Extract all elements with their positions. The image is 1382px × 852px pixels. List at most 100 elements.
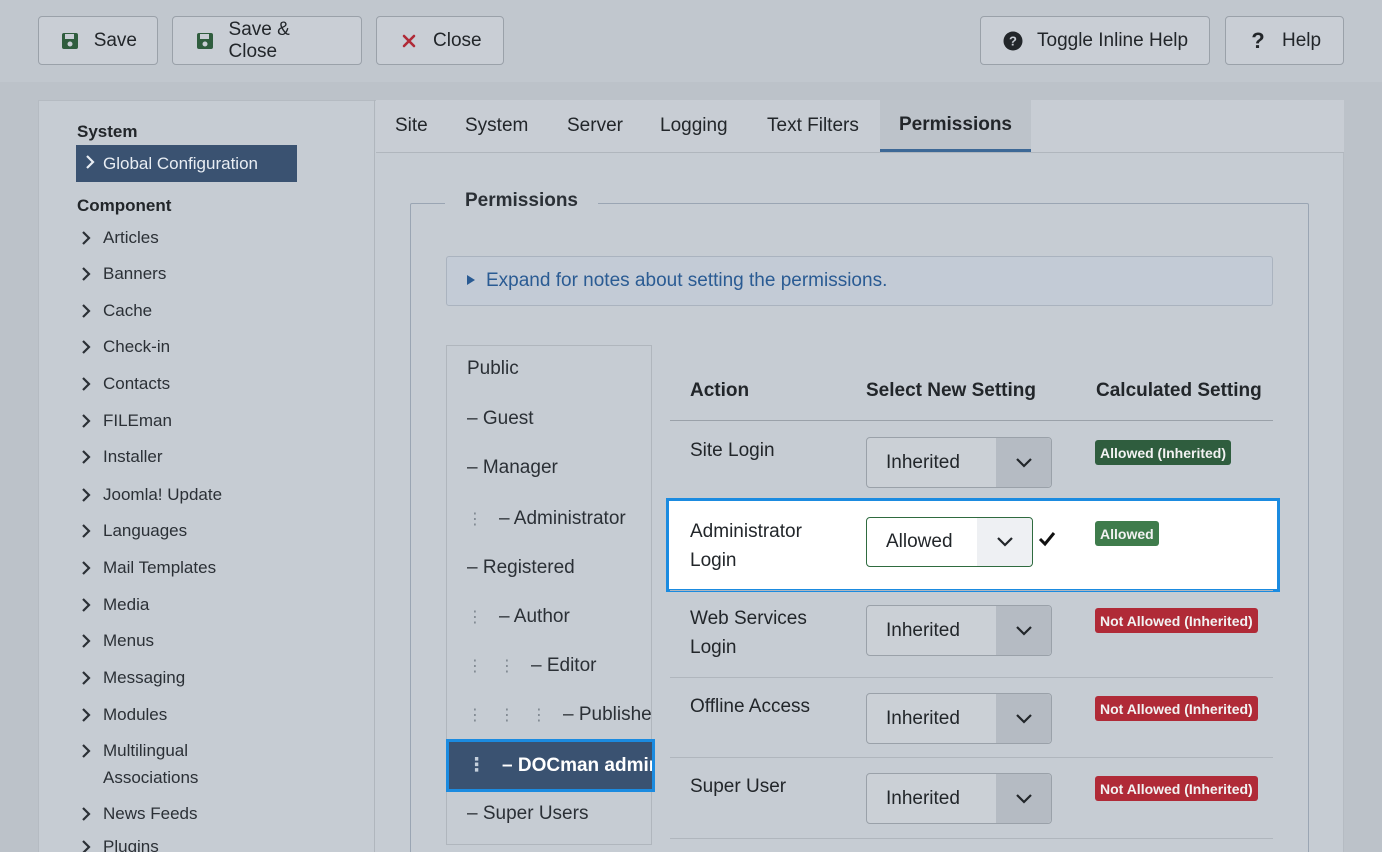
group-item-author[interactable]: ⋮ – Author [467, 606, 570, 628]
chevron-right-icon [81, 224, 91, 251]
floppy-disk-icon [195, 32, 215, 50]
group-label: – Editor [531, 655, 597, 676]
tree-indent-dots: ⋮ [467, 609, 483, 626]
sidebar-item-media[interactable]: Media [81, 591, 149, 618]
sidebar-item-modules[interactable]: Modules [81, 701, 167, 728]
action-web-services-login: Web Services Login [690, 608, 807, 658]
permissions-notes-toggle[interactable]: Expand for notes about setting the permi… [446, 256, 1273, 306]
select-value: Allowed [886, 531, 953, 552]
group-item-guest[interactable]: – Guest [467, 408, 534, 430]
tree-indent-dots: ⋮ [499, 658, 515, 675]
chevron-right-icon [85, 154, 95, 174]
sidebar-item-label: Joomla! Update [103, 485, 223, 504]
sidebar-item-label: Global Configuration [103, 153, 258, 173]
group-label: – Super Users [467, 803, 589, 824]
save-label: Save [93, 29, 137, 51]
close-x-icon [399, 33, 419, 49]
chevron-right-icon [81, 737, 91, 764]
sidebar-item-joomla-update[interactable]: Joomla! Update [81, 481, 222, 508]
save-close-button[interactable]: Save & Close [172, 16, 362, 65]
sidebar-item-label: Menus [103, 631, 155, 650]
sidebar-item-label: Contacts [103, 374, 171, 393]
floppy-disk-icon [61, 32, 80, 50]
group-item-public[interactable]: Public [467, 358, 519, 380]
group-label: – DOCman admins [502, 754, 655, 776]
sidebar-item-label: News Feeds [103, 804, 198, 823]
group-item-manager[interactable]: – Manager [467, 457, 558, 479]
close-button[interactable]: Close [376, 16, 504, 65]
tree-indent-dots: ⋮ [467, 707, 483, 724]
setting-select-site-login[interactable]: Inherited [866, 437, 1052, 488]
action-site-login: Site Login [690, 440, 775, 461]
chevron-right-icon [81, 627, 91, 654]
calculated-badge-super-user: Not Allowed (Inherited) [1095, 776, 1258, 801]
chevron-right-icon [81, 800, 91, 827]
sidebar-item-plugins[interactable]: Plugins [81, 833, 159, 852]
toggle-inline-help-button[interactable]: ? Toggle Inline Help [980, 16, 1210, 65]
help-label: Help [1282, 29, 1322, 51]
group-item-editor[interactable]: ⋮ ⋮ – Editor [467, 655, 596, 677]
chevron-down-icon [996, 438, 1051, 487]
sidebar-item-news-feeds[interactable]: News Feeds [81, 800, 197, 827]
header-divider [670, 420, 1273, 421]
action-administrator-login: Administrator Login [690, 521, 802, 571]
sidebar-item-fileman[interactable]: FILEman [81, 407, 172, 434]
sidebar-item-check-in[interactable]: Check-in [81, 333, 170, 360]
group-item-docman-admins[interactable]: ⋮ – DOCman admins [446, 739, 655, 792]
group-item-super-users[interactable]: – Super Users [467, 803, 588, 825]
toggle-help-label: Toggle Inline Help [1037, 29, 1189, 51]
sidebar-item-languages[interactable]: Languages [81, 517, 187, 544]
tab-server[interactable]: Server [548, 100, 642, 152]
sidebar-item-messaging[interactable]: Messaging [81, 664, 185, 691]
setting-select-administrator-login[interactable]: Allowed [866, 517, 1033, 567]
column-header-select: Select New Setting [866, 380, 1036, 401]
sidebar-item-installer[interactable]: Installer [81, 443, 163, 470]
chevron-right-icon [81, 260, 91, 287]
permissions-legend: Permissions [445, 190, 598, 212]
toolbar: Save Save & Close Close ? Toggle Inline … [0, 0, 1382, 82]
sidebar-item-label: FILEman [103, 411, 172, 430]
sidebar-item-multilingual-associations[interactable]: Multilingual Associations [81, 737, 281, 791]
sidebar-item-contacts[interactable]: Contacts [81, 370, 170, 397]
group-item-registered[interactable]: – Registered [467, 557, 575, 579]
chevron-right-icon [81, 407, 91, 434]
tab-logging[interactable]: Logging [641, 100, 747, 152]
save-close-label: Save & Close [228, 18, 290, 62]
sidebar-item-mail-templates[interactable]: Mail Templates [81, 554, 216, 581]
column-header-action: Action [690, 380, 750, 401]
sidebar-item-global-configuration[interactable]: Global Configuration [76, 145, 297, 182]
sidebar-item-banners[interactable]: Banners [81, 260, 166, 287]
group-label: Public [467, 358, 519, 379]
group-item-publisher[interactable]: ⋮ ⋮ ⋮ – Publisher [467, 704, 651, 726]
tab-bar: Site System Server Logging Text Filters … [376, 100, 1344, 153]
setting-select-web-services-login[interactable]: Inherited [866, 605, 1052, 656]
sidebar-item-menus[interactable]: Menus [81, 627, 154, 654]
select-value: Inherited [886, 619, 960, 641]
notes-label: Expand for notes about setting the permi… [486, 270, 888, 291]
setting-select-offline-access[interactable]: Inherited [866, 693, 1052, 744]
chevron-down-icon [977, 518, 1032, 566]
tab-permissions[interactable]: Permissions [880, 100, 1031, 152]
save-button[interactable]: Save [38, 16, 158, 65]
question-circle-icon: ? [1003, 31, 1023, 51]
select-value: Inherited [886, 707, 960, 729]
setting-select-super-user[interactable]: Inherited [866, 773, 1052, 824]
select-value: Inherited [886, 787, 960, 809]
tab-site[interactable]: Site [376, 100, 447, 152]
sidebar-item-cache[interactable]: Cache [81, 297, 152, 324]
tree-indent-dots: ⋮ [531, 707, 547, 724]
tab-text-filters[interactable]: Text Filters [748, 100, 878, 152]
row-divider [670, 677, 1273, 678]
tree-indent-dots: ⋮ [499, 707, 515, 724]
sidebar-heading-system: System [77, 122, 138, 141]
help-button[interactable]: ? Help [1225, 16, 1344, 65]
close-label: Close [433, 29, 482, 51]
sidebar-item-label: Media [103, 595, 150, 614]
sidebar-item-articles[interactable]: Articles [81, 224, 159, 251]
group-item-administrator[interactable]: ⋮ – Administrator [467, 508, 626, 530]
column-header-calculated: Calculated Setting [1096, 380, 1262, 401]
sidebar-item-label: Modules [103, 705, 168, 724]
tab-system[interactable]: System [446, 100, 547, 152]
chevron-right-icon [81, 701, 91, 728]
chevron-right-icon [81, 297, 91, 324]
